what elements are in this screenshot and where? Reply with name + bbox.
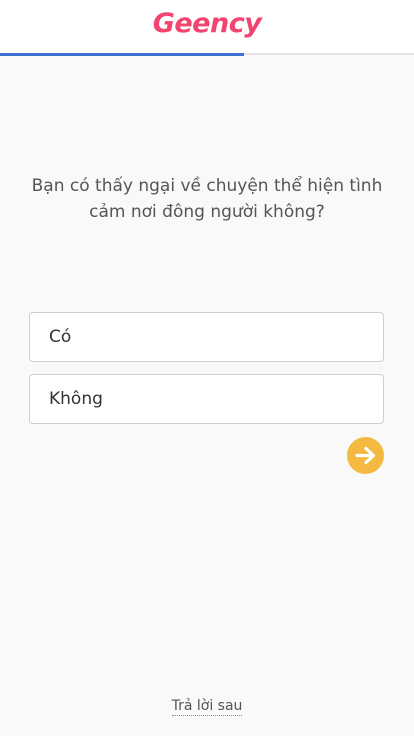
answer-later-container: Trả lời sau (0, 698, 414, 716)
option-yes[interactable]: Có (29, 312, 384, 362)
app-header: Geency (0, 0, 414, 55)
progress-bar-fill (0, 53, 245, 56)
answer-later-link[interactable]: Trả lời sau (171, 698, 243, 716)
next-button[interactable] (347, 437, 384, 474)
arrow-right-icon (355, 446, 376, 465)
geency-logo: Geency (152, 8, 262, 39)
question-text: Bạn có thấy ngại về chuyện thể hiện tình… (31, 176, 383, 222)
option-no[interactable]: Không (29, 374, 384, 424)
